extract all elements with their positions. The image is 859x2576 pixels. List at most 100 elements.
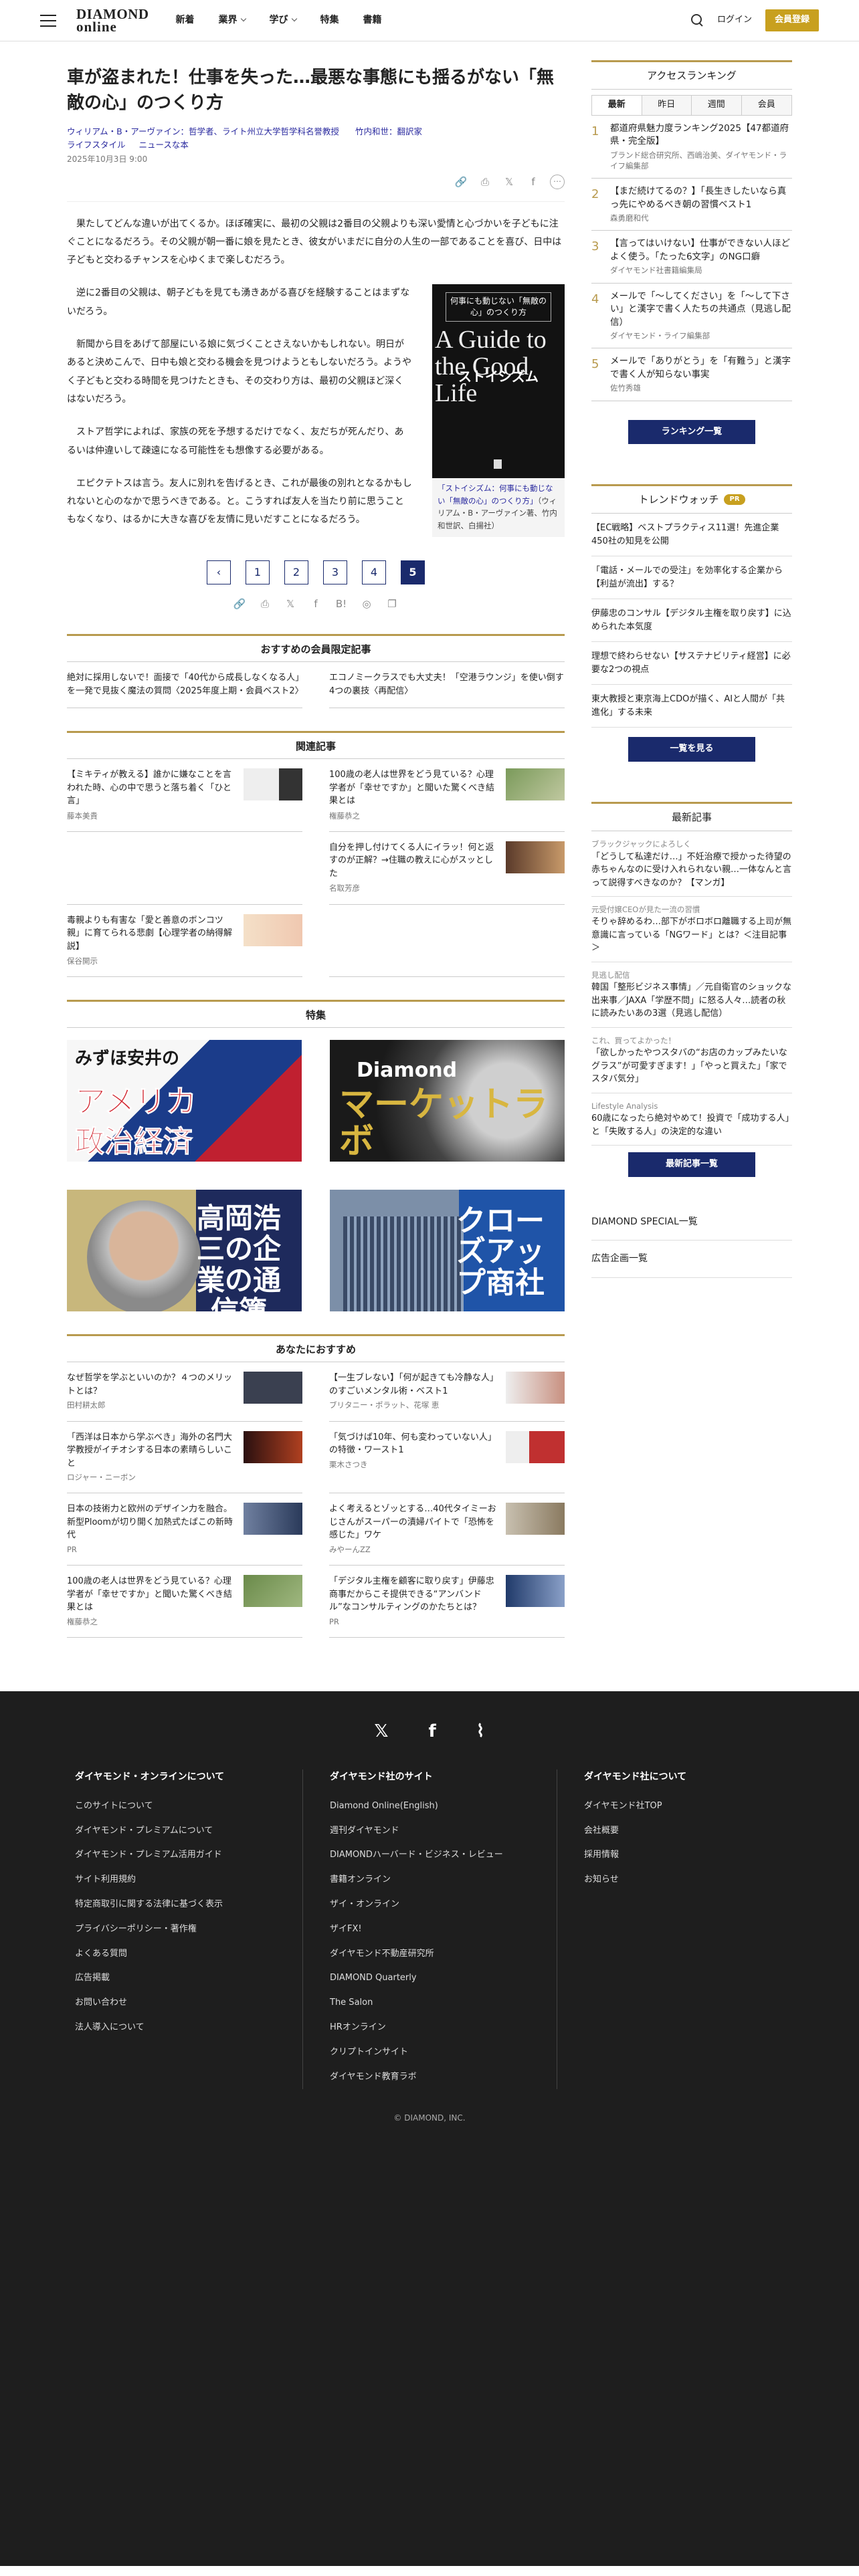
footer-link[interactable]: 広告掲載 [75,1966,276,1991]
footer-link[interactable]: DIAMONDハーバード・ビジネス・レビュー [330,1843,530,1868]
footer-link[interactable]: サイト利用規約 [75,1868,276,1893]
ranking-item[interactable]: 5 メールで「ありがとう」を「有難う」と漢字で書く人が知らない事実 佐竹秀雄 [591,348,792,401]
trend-item[interactable]: 「電話・メールでの受注」を効率化する企業から【利益が流出】する？ [591,556,792,600]
related-article[interactable] [329,905,565,978]
recommend-article[interactable]: なぜ哲学を学ぶといいのか？４つのメリットとは？ 田村耕太郎 [67,1362,302,1422]
ranking-item[interactable]: 1 都道府県魅力度ランキング2025【47都道府県・完全版】 ブランド総合研究所、西… [591,116,792,179]
footer-link[interactable]: 書籍オンライン [330,1868,530,1893]
footer-link[interactable]: ダイヤモンド不動産研究所 [330,1942,530,1967]
recommend-article[interactable]: 【一生ブレない】「何が起きても冷静な人」のすごいメンタル術・ベスト1 ブリタニー・… [329,1362,565,1422]
related-article[interactable]: 自分を押し付けてくる人にイラッ！何と返すのが正解？→住職の教えに心がスッとした名… [329,832,565,905]
nav-learn[interactable]: 学び [270,13,296,27]
ad-feature-link[interactable]: 広告企画一覧 [591,1241,792,1278]
footer-link[interactable]: ダイヤモンド社TOP [584,1794,784,1819]
feature-banner-market-lab[interactable]: Diamond マーケットラボ [330,1040,565,1162]
search-icon[interactable] [690,13,704,27]
page-5[interactable]: 5 [401,560,425,584]
footer-link[interactable]: 法人導入について [75,2016,276,2040]
copy-icon[interactable]: ❐ [385,597,399,611]
tab-latest[interactable]: 最新 [592,96,642,115]
site-logo[interactable]: DIAMOND online [76,7,149,34]
recommend-article[interactable]: 日本の技術力と欧州のデザイン力を融合。新型Ploomが切り開く加熱式たばこの新時… [67,1493,302,1566]
nav-new[interactable]: 新着 [176,13,195,27]
page-3[interactable]: 3 [323,560,347,584]
x-icon[interactable]: 𝕏 [375,1718,389,1746]
book-caption-title[interactable]: 「ストイシズム：何事にも動じない「無敵の心」のつくり方」 [438,484,553,505]
latest-item[interactable]: ブラックジャックによろしく 「どうして私達だけ…」不妊治療で授かった待望の赤ちゃん… [591,831,792,897]
footer-link[interactable]: 特定商取引に関する法律に基づく表示 [75,1893,276,1917]
latest-item[interactable]: Lifestyle Analysis 60歳になったら絶対やめて！投資で「成功する… [591,1093,792,1146]
tab-members[interactable]: 会員 [741,96,791,115]
footer-link[interactable]: ザイ・オンライン [330,1893,530,1917]
ranking-item[interactable]: 3 【言ってはいけない】仕事ができない人ほどよく使う。「たった6文字」のNG口癖ダ… [591,231,792,284]
facebook-icon[interactable]: f [308,597,323,611]
feature-banner-us-politics[interactable]: みずほ安井の アメリカ 政治経済 [67,1040,302,1162]
footer-link[interactable]: ダイヤモンド・プレミアム活用ガイド [75,1843,276,1868]
trend-item[interactable]: 伊藤忠のコンサル【デジタル主権を取り戻す】に込められた本気度 [591,599,792,643]
footer-link[interactable]: The Salon [330,1991,530,2016]
trend-list-button[interactable]: 一覧を見る [628,737,755,762]
footer-link[interactable]: 会社概要 [584,1819,784,1844]
page-2[interactable]: 2 [284,560,308,584]
recommend-article[interactable]: 「気づけば10年、何も変わっていない人」の特徴・ワースト1 栗木さつき [329,1422,565,1494]
trend-item[interactable]: 東大教授と東京海上CDOが描く、AIと人間が「共進化」する未来 [591,685,792,728]
print-icon[interactable]: ⎙ [478,175,492,189]
latest-item[interactable]: 見逃し配信 韓国「整形ビジネス事情」／元自衛官のショックな出来事／JAXA「学歴不… [591,962,792,1028]
related-article[interactable] [67,832,302,905]
ranking-item[interactable]: 4 メールで「～してください」を「～して下さい」と漢字で書く人たちの共通点（見逃し… [591,284,792,349]
rss-icon[interactable]: ⌇ [476,1718,485,1746]
footer-link[interactable]: お知らせ [584,1868,784,1893]
register-button[interactable]: 会員登録 [765,9,819,31]
recommend-article[interactable]: 「西洋は日本から学ぶべき」海外の名門大学教授がイチオシする日本の素晴らしいことロ… [67,1422,302,1494]
footer-link[interactable]: 週刊ダイヤモンド [330,1819,530,1844]
footer-link[interactable]: Diamond Online(English) [330,1794,530,1819]
footer-link[interactable]: クリプトインサイト [330,2040,530,2065]
footer-link[interactable]: 採用情報 [584,1843,784,1868]
category-link[interactable]: ニュースな本 [139,140,189,150]
feature-banner-trading-companies[interactable]: クローズアップ商社 [330,1190,565,1312]
prev-page-button[interactable]: ‹ [207,560,231,584]
footer-link[interactable]: ザイFX! [330,1917,530,1942]
x-icon[interactable]: 𝕏 [283,597,298,611]
latest-list-button[interactable]: 最新記事一覧 [628,1152,755,1177]
more-icon[interactable]: ⋯ [550,174,565,189]
page-4[interactable]: 4 [362,560,386,584]
facebook-icon[interactable]: f [428,1718,436,1746]
link-icon[interactable]: 🔗 [454,175,468,189]
link-icon[interactable]: 🔗 [232,597,247,611]
facebook-icon[interactable]: f [526,175,541,189]
line-icon[interactable]: ◎ [359,597,374,611]
author-link[interactable]: ウィリアム・B・アーヴァイン：哲学者、ライト州立大学哲学科名誉教授 [67,126,339,136]
nav-features[interactable]: 特集 [320,13,339,27]
footer-link[interactable]: DIAMOND Quarterly [330,1966,530,1991]
print-icon[interactable]: ⎙ [258,597,272,611]
trend-item[interactable]: 【EC戦略】ベストプラクティス11選！先進企業450社の知見を公開 [591,514,792,557]
nav-books[interactable]: 書籍 [363,13,382,27]
recommend-article[interactable]: 100歳の老人は世界をどう見ている？心理学者が「幸せですか」と聞いた驚くべき結果… [67,1566,302,1638]
ranking-item[interactable]: 2 【まだ続けてるの？】「長生きしたいなら真っ先にやめるべき朝の習慣ベスト1 森勇磨… [591,179,792,231]
login-link[interactable]: ログイン [717,13,752,27]
footer-link[interactable]: プライバシーポリシー・著作権 [75,1917,276,1942]
related-article[interactable]: 【ミキティが教える】誰かに嫌なことを言われた時、心の中で思うと落ち着く「ひと言」… [67,759,302,832]
feature-banner-company-report[interactable]: 高岡浩三の企業の通信簿 [67,1190,302,1312]
diamond-special-link[interactable]: DIAMOND SPECIAL一覧 [591,1204,792,1241]
page-1[interactable]: 1 [246,560,270,584]
hatena-icon[interactable]: B! [334,597,349,611]
latest-item[interactable]: これ、買ってよかった！ 「欲しかったやつスタバの“お店のカップみたいなグラス”が可… [591,1028,792,1093]
translator-link[interactable]: 竹内和世：翻訳家 [355,126,422,136]
book-figure[interactable]: 何事にも動じない「無敵の心」のつくり方 A Guide to the Good … [432,284,565,544]
premium-article[interactable]: 絶対に採用しないで！面接で「40代から成長しなくなる人」を一発で見抜く魔法の質問… [67,662,304,708]
x-icon[interactable]: 𝕏 [502,175,516,189]
recommend-article[interactable]: 「デジタル主権を顧客に取り戻す」伊藤忠商事だからこそ提供できる“アンバンドル”な… [329,1566,565,1638]
category-link[interactable]: ライフスタイル [67,140,126,150]
footer-link[interactable]: このサイトについて [75,1794,276,1819]
related-article[interactable]: 毒親よりも有害な「愛と善意のボンコツ親」に育てられる悲劇【心理学者の納得解説】保… [67,905,302,978]
premium-article[interactable]: エコノミークラスでも大丈夫！「空港ラウンジ」を使い倒す4つの裏技〈再配信〉 [329,662,565,708]
footer-link[interactable]: ダイヤモンド・プレミアムについて [75,1819,276,1844]
trend-item[interactable]: 理想で終わらせない【サステナビリティ経営】に必要な2つの視点 [591,642,792,685]
recommend-article[interactable]: よく考えるとゾッとする…40代タイミーおじさんがスーパーの漬婦パイトで「恐怖を感… [329,1493,565,1566]
footer-link[interactable]: HRオンライン [330,2016,530,2040]
tab-yesterday[interactable]: 昨日 [642,96,692,115]
nav-industry[interactable]: 業界 [219,13,246,27]
footer-link[interactable]: よくある質問 [75,1942,276,1967]
